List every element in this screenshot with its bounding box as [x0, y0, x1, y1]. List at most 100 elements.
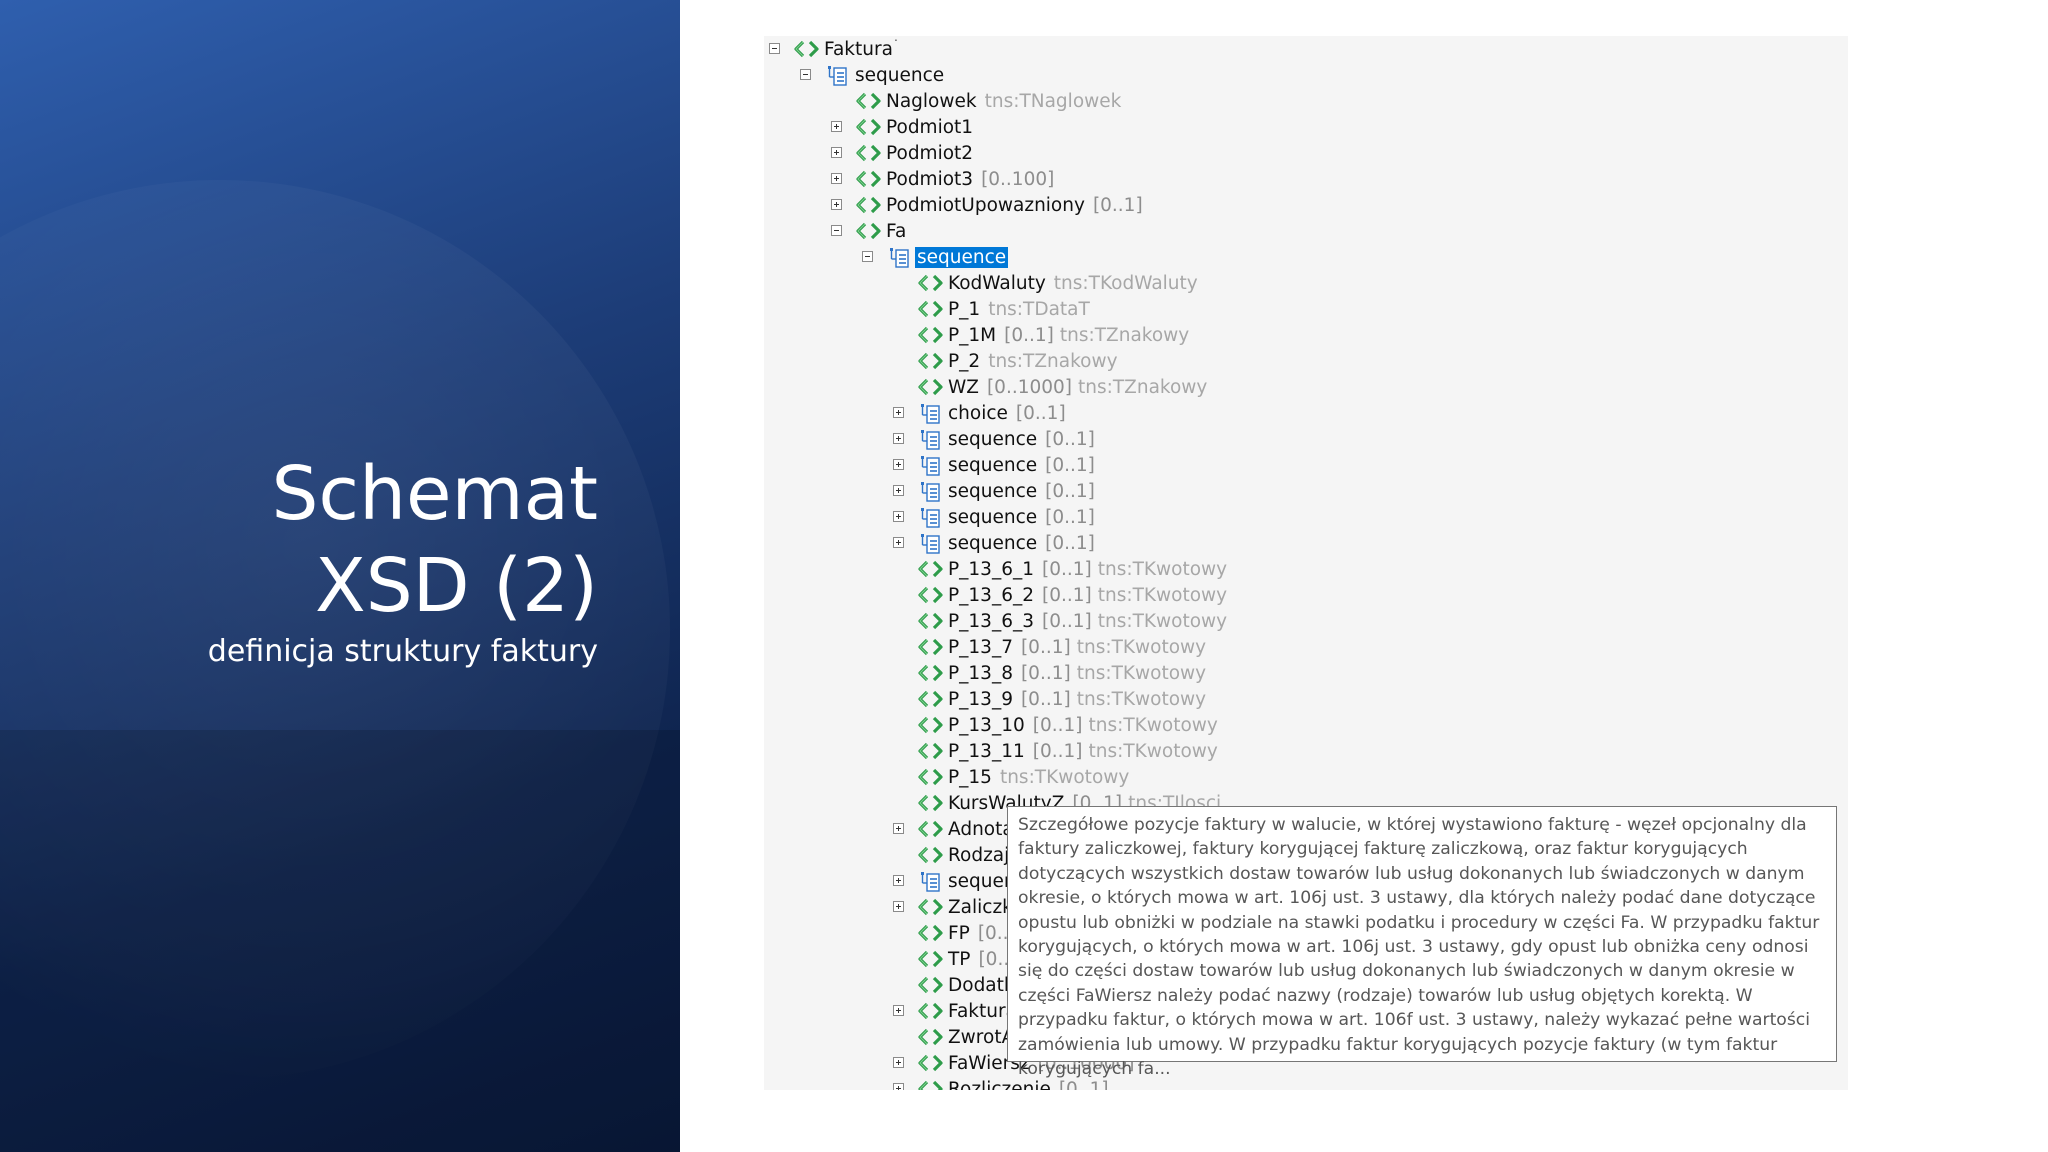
tree-node[interactable]: Naglowek tns:TNaglowek [856, 88, 1121, 114]
tree-node-name[interactable]: sequence [946, 533, 1039, 554]
tree-node-name[interactable]: P_1M [946, 325, 998, 346]
collapse-toggle[interactable] [862, 251, 873, 262]
tree-node-cardinality: [0..1] [1045, 480, 1095, 502]
tree-node-type: tns:TKwotowy [1097, 610, 1228, 632]
expand-toggle[interactable] [893, 459, 904, 470]
expand-toggle[interactable] [893, 485, 904, 496]
tree-node-name[interactable]: choice [946, 403, 1010, 424]
tree-node-name[interactable]: P_13_10 [946, 715, 1027, 736]
tree-node-cardinality: [0..1] [1042, 610, 1092, 632]
tree-node-name[interactable]: TP [946, 949, 972, 970]
expand-toggle[interactable] [893, 875, 904, 886]
expand-toggle[interactable] [893, 1083, 904, 1090]
tree-node[interactable]: P_13_8 [0..1] tns:TKwotowy [918, 660, 1206, 686]
tree-node[interactable]: Fa [831, 218, 908, 244]
expand-toggle[interactable] [893, 1005, 904, 1016]
tree-node[interactable]: Podmiot3 [0..100] [831, 166, 1054, 192]
tree-node-name[interactable]: P_13_6_1 [946, 559, 1036, 580]
element-icon [918, 377, 943, 397]
tree-node-name[interactable]: Podmiot1 [884, 117, 975, 138]
expand-toggle[interactable] [893, 1057, 904, 1068]
tree-node-name[interactable]: sequence [915, 246, 1009, 268]
tree-node-name[interactable]: P_13_8 [946, 663, 1015, 684]
tree-node-type: tns:TKwotowy [1076, 636, 1207, 658]
element-icon [918, 663, 943, 683]
tree-node-name[interactable]: Podmiot3 [884, 169, 975, 190]
tree-node[interactable]: P_2 tns:TZnakowy [918, 348, 1118, 374]
tree-node-name[interactable]: P_2 [946, 351, 982, 372]
element-icon [918, 273, 943, 293]
tree-node[interactable]: choice [0..1] [893, 400, 1066, 426]
expand-toggle[interactable] [893, 901, 904, 912]
tree-node-name[interactable]: sequence [853, 65, 946, 86]
tree-node-name[interactable]: P_15 [946, 767, 994, 788]
element-icon [918, 585, 943, 605]
tree-node[interactable]: PodmiotUpowazniony [0..1] [831, 192, 1143, 218]
tree-node[interactable]: sequence [800, 62, 946, 88]
tree-node[interactable]: sequence [0..1] [893, 504, 1095, 530]
expand-toggle[interactable] [893, 433, 904, 444]
expand-toggle[interactable] [893, 511, 904, 522]
tree-node-name[interactable]: Naglowek [884, 91, 979, 112]
element-icon [856, 169, 881, 189]
element-icon [856, 221, 881, 241]
tree-node-name[interactable]: P_13_6_3 [946, 611, 1036, 632]
tree-node[interactable]: P_1M [0..1] tns:TZnakowy [918, 322, 1189, 348]
tree-node-name[interactable]: Faktura [822, 39, 895, 60]
tree-node[interactable]: P_13_7 [0..1] tns:TKwotowy [918, 634, 1206, 660]
tree-node[interactable]: sequence [0..1] [893, 426, 1095, 452]
tree-node-name[interactable]: Podmiot2 [884, 143, 975, 164]
element-icon [918, 975, 943, 995]
tree-node-name[interactable]: P_1 [946, 299, 982, 320]
tree-node-cardinality: [0..1] [1032, 714, 1083, 736]
tree-node-name[interactable]: WZ [946, 377, 981, 398]
element-icon [918, 767, 943, 787]
collapse-toggle[interactable] [769, 43, 780, 54]
tree-node[interactable]: P_13_6_2 [0..1] tns:TKwotowy [918, 582, 1227, 608]
tree-node[interactable]: Podmiot2 [831, 140, 975, 166]
collapse-toggle[interactable] [800, 69, 811, 80]
tree-node-type: tns:TKwotowy [1076, 688, 1207, 710]
tree-node[interactable]: sequence [0..1] [893, 478, 1095, 504]
tree-node[interactable]: KodWaluty tns:TKodWaluty [918, 270, 1198, 296]
tree-node[interactable]: sequence [0..1] [893, 530, 1095, 556]
sequence-icon [825, 65, 850, 86]
collapse-toggle[interactable] [831, 225, 842, 236]
element-icon [918, 1079, 943, 1090]
tree-node[interactable]: sequence [862, 244, 1009, 270]
tree-node-name[interactable]: KodWaluty [946, 273, 1048, 294]
tree-node-cardinality: [0..1] [1020, 662, 1071, 684]
tree-node-name[interactable]: sequence [946, 455, 1039, 476]
tree-node[interactable]: P_13_10 [0..1] tns:TKwotowy [918, 712, 1218, 738]
tree-node-name[interactable]: sequence [946, 429, 1039, 450]
tree-node-name[interactable]: FP [946, 923, 972, 944]
tree-node[interactable]: P_1 tns:TDataT [918, 296, 1090, 322]
tree-node[interactable]: P_13_6_3 [0..1] tns:TKwotowy [918, 608, 1227, 634]
tree-node-name[interactable]: P_13_7 [946, 637, 1015, 658]
tree-node-name[interactable]: P_13_6_2 [946, 585, 1036, 606]
tree-node-name[interactable]: sequence [946, 481, 1039, 502]
tree-node-name[interactable]: P_13_9 [946, 689, 1015, 710]
tree-node-name[interactable]: Fa [884, 221, 908, 242]
element-icon [794, 39, 819, 59]
tree-node[interactable]: WZ [0..1000] tns:TZnakowy [918, 374, 1207, 400]
expand-toggle[interactable] [893, 823, 904, 834]
tree-node[interactable]: Podmiot1 [831, 114, 975, 140]
expand-toggle[interactable] [893, 537, 904, 548]
expand-toggle[interactable] [831, 121, 842, 132]
tree-node[interactable]: P_13_11 [0..1] tns:TKwotowy [918, 738, 1218, 764]
expand-toggle[interactable] [893, 407, 904, 418]
sequence-icon [918, 533, 943, 554]
expand-toggle[interactable] [831, 199, 842, 210]
tree-node[interactable]: Faktura [769, 36, 895, 62]
tree-node[interactable]: P_13_6_1 [0..1] tns:TKwotowy [918, 556, 1227, 582]
tree-node[interactable]: sequence [0..1] [893, 452, 1095, 478]
expand-toggle[interactable] [831, 147, 842, 158]
tree-node[interactable]: P_13_9 [0..1] tns:TKwotowy [918, 686, 1206, 712]
tree-node-name[interactable]: sequence [946, 507, 1039, 528]
element-icon [918, 1001, 943, 1021]
tree-node-name[interactable]: P_13_11 [946, 741, 1027, 762]
tree-node-name[interactable]: PodmiotUpowazniony [884, 195, 1087, 216]
expand-toggle[interactable] [831, 173, 842, 184]
tree-node[interactable]: P_15 tns:TKwotowy [918, 764, 1129, 790]
